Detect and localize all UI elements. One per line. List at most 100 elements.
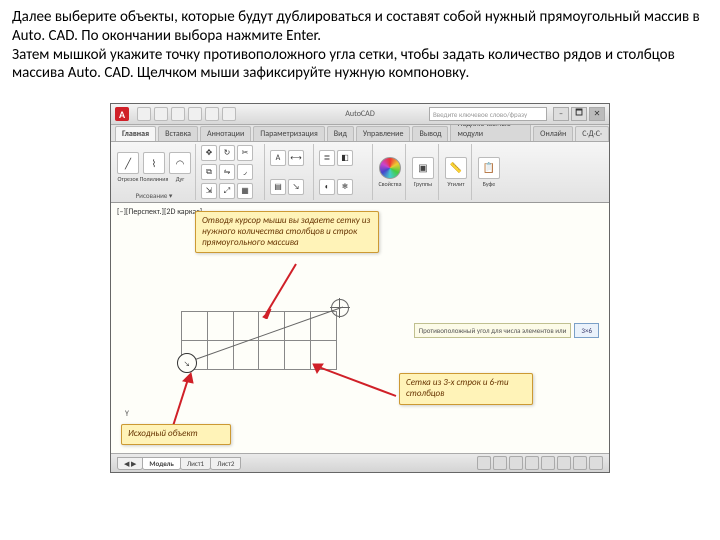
axis-y-label: Y: [125, 409, 129, 419]
tab-home[interactable]: Главная: [115, 126, 156, 141]
layout-tab-sheet2[interactable]: Лист2: [210, 457, 241, 470]
tab-online[interactable]: Онлайн: [533, 126, 573, 141]
polar-toggle-icon[interactable]: [525, 456, 539, 470]
instruction-line-1: Далее выберите объекты, которые будут ду…: [12, 8, 700, 45]
palette-icon: [379, 157, 401, 179]
tab-sds[interactable]: С·Д·С·: [575, 126, 609, 141]
ribbon-group-properties: Свойства: [375, 144, 406, 200]
layout-nav-arrows[interactable]: ◀ ▶: [117, 457, 143, 470]
grid-toggle-icon[interactable]: [493, 456, 507, 470]
ribbon-group-draw: ╱ Отрезок ⌇ Полилиния ◠ Дуг Рисование ▾: [113, 144, 196, 200]
move-icon[interactable]: ✥: [201, 145, 217, 161]
properties-button[interactable]: Свойства: [378, 157, 402, 188]
utilities-button[interactable]: 📏 Утилит: [444, 157, 468, 188]
qat-open-icon[interactable]: [154, 107, 168, 121]
layer-freeze-icon[interactable]: ❄: [337, 179, 353, 195]
maximize-button[interactable]: 🗖: [571, 107, 587, 121]
viewport-label[interactable]: [–][Перспект.][2D каркас]: [117, 207, 202, 217]
groups-icon: ▣: [412, 157, 434, 179]
qat-new-icon[interactable]: [137, 107, 151, 121]
status-bar: ◀ ▶ Модель Лист1 Лист2: [111, 453, 609, 472]
qat-save-icon[interactable]: [171, 107, 185, 121]
window-controls: – 🗖 ✕: [553, 107, 605, 121]
ribbon-tabs: Главная Вставка Аннотации Параметризация…: [111, 125, 609, 142]
paste-button[interactable]: 📋 Буфе: [477, 157, 501, 188]
red-arrow-to-grid: [311, 361, 401, 401]
ribbon-group-clipboard: 📋 Буфе: [474, 144, 504, 200]
layer-off-icon[interactable]: ◐: [319, 179, 335, 195]
otrack-toggle-icon[interactable]: [557, 456, 571, 470]
command-prompt-text: Противоположный угол для числа элементов…: [414, 323, 572, 338]
help-search-input[interactable]: Введите ключевое слово/фразу: [429, 107, 547, 121]
polyline-label: Полилиния: [140, 175, 169, 183]
measure-icon: 📏: [445, 157, 467, 179]
layout-tab-sheet1[interactable]: Лист1: [180, 457, 211, 470]
trim-icon[interactable]: ✂: [237, 145, 253, 161]
ribbon-group-groups: ▣ Группы: [408, 144, 439, 200]
leader-icon[interactable]: ↘: [288, 179, 304, 195]
ribbon-group-modify: ✥ ↻ ✂ ⧉ ⇋ ◞ ⇲ ⤢ ▦: [198, 144, 265, 200]
layout-tabs: ◀ ▶ Модель Лист1 Лист2: [117, 457, 240, 470]
line-button[interactable]: ╱ Отрезок: [116, 152, 140, 183]
title-bar: A AutoCAD Введите ключевое слово/фразу –…: [111, 104, 609, 125]
array-icon[interactable]: ▦: [237, 183, 253, 199]
tab-view[interactable]: Вид: [327, 126, 354, 141]
tab-insert[interactable]: Вставка: [158, 126, 198, 141]
scale-icon[interactable]: ⤢: [219, 183, 235, 199]
dimension-icon[interactable]: ⟷: [288, 150, 304, 166]
clipboard-icon: 📋: [478, 157, 500, 179]
copy-icon[interactable]: ⧉: [201, 164, 217, 180]
drawing-canvas[interactable]: [–][Перспект.][2D каркас] Отводя курсор …: [111, 203, 609, 453]
app-logo-icon[interactable]: A: [115, 107, 129, 121]
line-icon: ╱: [117, 152, 139, 174]
polyline-button[interactable]: ⌇ Полилиния: [142, 152, 166, 183]
qat-print-icon[interactable]: [222, 107, 236, 121]
close-button[interactable]: ✕: [589, 107, 605, 121]
instruction-line-2: Затем мышкой укажите точку противоположн…: [12, 46, 675, 83]
arc-button[interactable]: ◠ Дуг: [168, 152, 192, 183]
polyline-icon: ⌇: [143, 152, 165, 174]
qat-redo-icon[interactable]: [205, 107, 219, 121]
mirror-icon[interactable]: ⇋: [219, 164, 235, 180]
tab-output[interactable]: Вывод: [412, 126, 448, 141]
table-icon[interactable]: ▤: [270, 179, 286, 195]
instruction-text: Далее выберите объекты, которые будут ду…: [12, 8, 708, 83]
groups-button[interactable]: ▣ Группы: [411, 157, 435, 188]
snap-toggle-icon[interactable]: [477, 456, 491, 470]
line-label: Отрезок: [118, 175, 139, 183]
red-arrow-to-callout1: [261, 259, 301, 319]
qat-undo-icon[interactable]: [188, 107, 202, 121]
app-window: A AutoCAD Введите ключевое слово/фразу –…: [110, 103, 610, 473]
lineweight-toggle-icon[interactable]: [573, 456, 587, 470]
layout-tab-model[interactable]: Модель: [142, 457, 180, 470]
opposite-corner-cursor-icon: [331, 299, 349, 317]
osnap-toggle-icon[interactable]: [541, 456, 555, 470]
utilities-label: Утилит: [447, 180, 464, 188]
callout-cursor-hint: Отводя курсор мыши вы задаете сетку из н…: [195, 211, 379, 253]
tab-manage[interactable]: Управление: [356, 126, 411, 141]
tab-parametric[interactable]: Параметризация: [253, 126, 325, 141]
command-input-value[interactable]: 3×6: [574, 323, 599, 338]
dynamic-input-prompt: Противоположный угол для числа элементов…: [414, 323, 599, 338]
minimize-button[interactable]: –: [553, 107, 569, 121]
tab-annotate[interactable]: Аннотации: [200, 126, 251, 141]
clipboard-label: Буфе: [483, 180, 496, 188]
text-icon[interactable]: A: [270, 150, 286, 166]
groups-label: Группы: [414, 180, 432, 188]
properties-label: Свойства: [378, 180, 401, 188]
fillet-icon[interactable]: ◞: [237, 164, 253, 180]
model-toggle-icon[interactable]: [589, 456, 603, 470]
stretch-icon[interactable]: ⇲: [201, 183, 217, 199]
ribbon-group-annotate: A ⟷ ▤ ↘: [267, 144, 314, 200]
rotate-icon[interactable]: ↻: [219, 145, 235, 161]
red-arrow-to-origin: [165, 371, 195, 431]
ortho-toggle-icon[interactable]: [509, 456, 523, 470]
arc-label: Дуг: [176, 175, 185, 183]
draw-group-label[interactable]: Рисование ▾: [116, 191, 192, 200]
layer-icon[interactable]: ≣: [319, 150, 335, 166]
layer-props-icon[interactable]: ◧: [337, 150, 353, 166]
ribbon-group-layers: ≣ ◧ ◐ ❄: [316, 144, 373, 200]
ribbon-group-utilities: 📏 Утилит: [441, 144, 472, 200]
origin-object-marker: ↘: [177, 353, 197, 373]
callout-source-object: Исходный объект: [121, 424, 231, 445]
